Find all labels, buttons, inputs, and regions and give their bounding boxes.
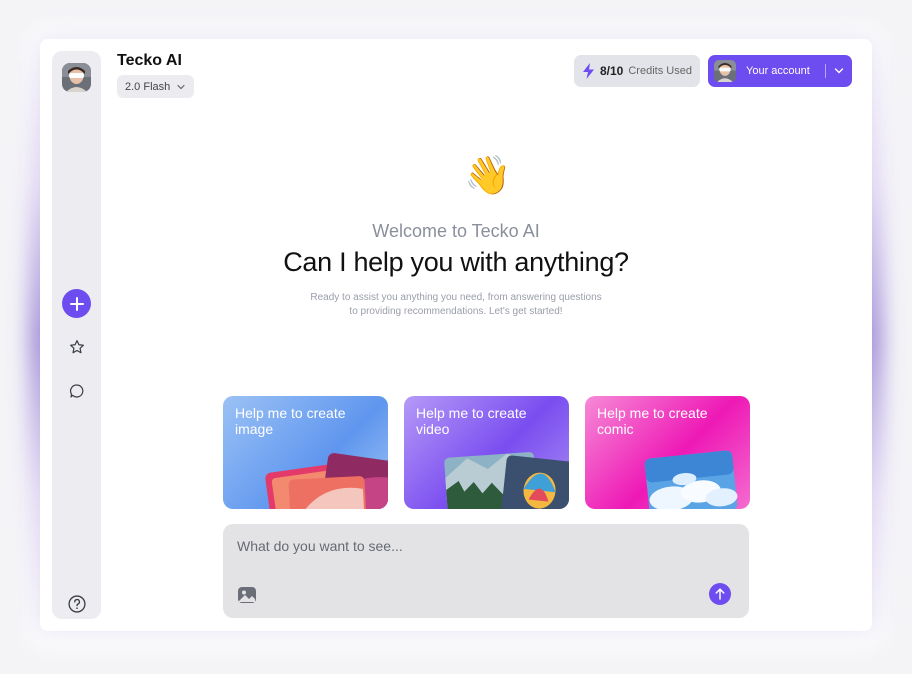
create-image-card[interactable]: Help me to create image [223, 396, 388, 509]
account-menu-toggle[interactable] [826, 65, 852, 77]
app-window: Tecko AI 2.0 Flash 8/10 Credits Used You… [40, 39, 872, 631]
card-title: Help me to create comic [597, 405, 708, 437]
page-title: Can I help you with anything? [283, 247, 629, 277]
chat-bubble-icon [69, 383, 83, 398]
account-button[interactable]: Your account [708, 55, 852, 87]
waving-hand-icon: 👋 [464, 155, 512, 197]
create-video-card[interactable]: Help me to create video [404, 396, 569, 509]
account-avatar [714, 60, 736, 82]
credits-label: Credits Used [628, 65, 692, 77]
card-title: Help me to create image [235, 405, 346, 437]
help-button[interactable] [62, 589, 91, 618]
description-line: Ready to assist you anything you need, f… [310, 292, 602, 303]
help-icon [67, 594, 86, 613]
account-label: Your account [746, 65, 810, 77]
lightning-icon [583, 63, 594, 79]
card-title: Help me to create video [416, 405, 527, 437]
send-button[interactable] [709, 583, 731, 605]
sidebar [52, 51, 101, 619]
model-label: 2.0 Flash [125, 80, 171, 93]
image-icon [238, 587, 256, 603]
chats-button[interactable] [62, 376, 91, 405]
chevron-down-icon [177, 84, 185, 89]
credits-value: 8/10 [600, 64, 624, 78]
app-title: Tecko AI [117, 52, 182, 69]
prompt-input[interactable] [237, 536, 717, 556]
arrow-up-icon [715, 588, 725, 600]
attach-image-button[interactable] [236, 584, 258, 606]
welcome-text: Welcome to Tecko AI [372, 221, 540, 241]
prompt-box [223, 524, 749, 618]
favorites-button[interactable] [62, 332, 91, 361]
star-icon [69, 339, 84, 353]
model-selector[interactable]: 2.0 Flash [117, 75, 195, 98]
create-comic-card[interactable]: Help me to create comic [585, 396, 750, 509]
credits-indicator[interactable]: 8/10 Credits Used [574, 55, 700, 87]
chevron-down-icon [834, 68, 844, 74]
avatar[interactable] [62, 63, 91, 92]
description-line: to providing recommendations. Let's get … [349, 306, 563, 317]
welcome-description: Ready to assist you anything you need, f… [40, 291, 872, 319]
